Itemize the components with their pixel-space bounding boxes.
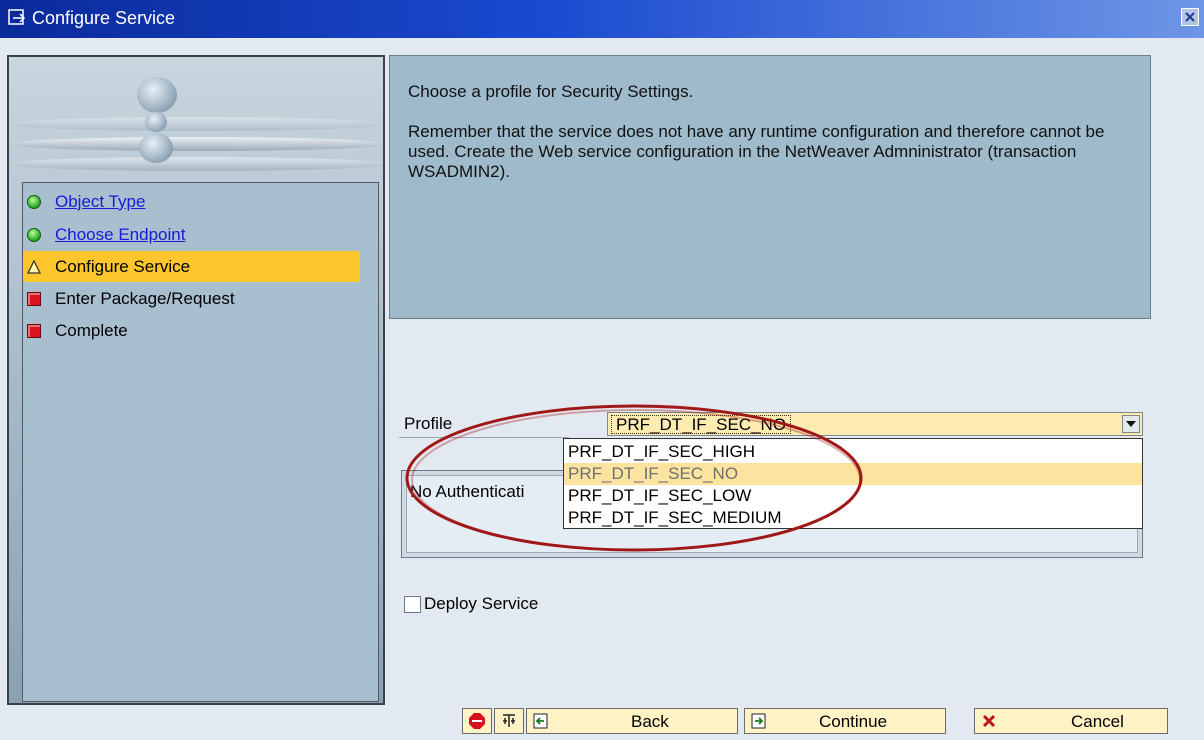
wizard-step-label: Complete — [55, 320, 128, 340]
close-button[interactable] — [1181, 8, 1199, 26]
chevron-down-icon — [1126, 421, 1136, 427]
wizard-step-label: Enter Package/Request — [55, 288, 235, 308]
stop-icon — [469, 713, 485, 729]
profile-dropdown-list: PRF_DT_IF_SEC_HIGH PRF_DT_IF_SEC_NO PRF_… — [563, 438, 1143, 529]
continue-label: Continue — [819, 712, 888, 731]
ripple-decoration — [9, 137, 383, 151]
water-drop-image — [139, 133, 173, 163]
deploy-service-label: Deploy Service — [424, 594, 539, 613]
message-intro: Choose a profile for Security Settings. — [408, 82, 694, 101]
back-button[interactable]: Back — [526, 708, 738, 734]
dropdown-toggle-button[interactable] — [1122, 415, 1140, 433]
window-icon — [8, 9, 26, 25]
continue-button[interactable]: Continue — [744, 708, 946, 734]
profile-label-underline — [399, 437, 569, 438]
message-panel: Choose a profile for Security Settings. … — [389, 55, 1151, 319]
warning-triangle-icon — [27, 259, 41, 274]
dropdown-option[interactable]: PRF_DT_IF_SEC_NO — [564, 463, 1142, 485]
technical-info-button[interactable] — [494, 708, 524, 734]
profile-selected-value: PRF_DT_IF_SEC_NO — [611, 415, 792, 434]
wizard-steps-list: Object Type Choose Endpoint Configure Se… — [22, 182, 379, 702]
window-title: Configure Service — [32, 8, 176, 28]
cancel-label: Cancel — [1071, 712, 1124, 731]
message-warning: Remember that the service does not have … — [408, 122, 1105, 181]
cancel-button[interactable]: Cancel — [974, 708, 1168, 734]
back-arrow-icon — [533, 713, 548, 729]
wizard-step-link[interactable]: Object Type — [55, 192, 145, 212]
wizard-step-link[interactable]: Choose Endpoint — [55, 225, 185, 245]
profile-label: Profile — [404, 414, 453, 433]
dropdown-option[interactable]: PRF_DT_IF_SEC_HIGH — [564, 441, 1142, 463]
deploy-service-checkbox[interactable]: Deploy Service — [404, 594, 538, 614]
dropdown-option[interactable]: PRF_DT_IF_SEC_LOW — [564, 485, 1142, 507]
window-title-bar: Configure Service — [0, 0, 1204, 38]
authentication-text: No Authenticati — [410, 482, 525, 501]
status-pending-icon — [27, 291, 41, 306]
wizard-step-choose-endpoint[interactable]: Choose Endpoint — [23, 219, 360, 250]
ripple-decoration — [9, 117, 383, 131]
wizard-step-object-type[interactable]: Object Type — [23, 186, 360, 217]
status-done-icon — [27, 194, 41, 209]
close-icon — [1185, 12, 1195, 22]
status-done-icon — [27, 227, 41, 242]
profile-select[interactable]: PRF_DT_IF_SEC_NO — [607, 412, 1143, 436]
wizard-step-complete: Complete — [23, 315, 360, 346]
wizard-step-configure-service: Configure Service — [23, 251, 360, 282]
stop-button[interactable] — [462, 708, 492, 734]
continue-arrow-icon — [751, 713, 766, 729]
ripple-decoration — [9, 157, 383, 171]
water-drop-image — [137, 77, 177, 113]
status-pending-icon — [27, 323, 41, 338]
back-label: Back — [631, 712, 669, 731]
wizard-step-label: Configure Service — [55, 256, 191, 276]
water-drop-image — [145, 112, 167, 132]
cancel-icon — [982, 714, 996, 728]
wizard-panel: Object Type Choose Endpoint Configure Se… — [7, 55, 385, 705]
wizard-step-enter-package: Enter Package/Request — [23, 283, 360, 314]
dropdown-option[interactable]: PRF_DT_IF_SEC_MEDIUM — [564, 507, 1142, 529]
technical-settings-icon — [503, 714, 515, 727]
checkbox-box[interactable] — [404, 595, 421, 613]
